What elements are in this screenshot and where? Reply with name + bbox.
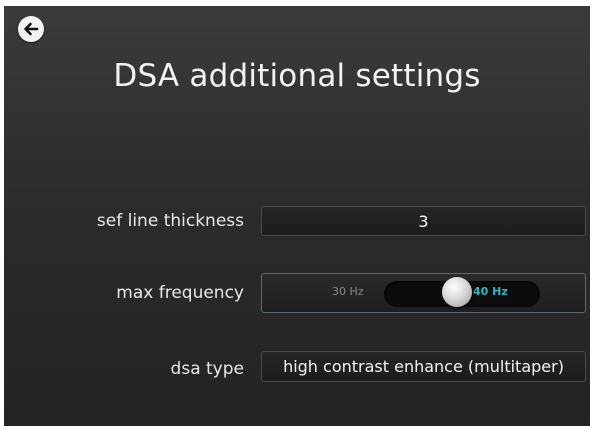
max-frequency-label: max frequency — [116, 283, 244, 303]
dsa-type-label: dsa type — [170, 359, 244, 379]
arrow-left-circle-icon — [22, 20, 40, 38]
dsa-type-value: high contrast enhance (multitaper) — [283, 357, 564, 376]
max-frequency-slider-track[interactable] — [384, 277, 540, 307]
sef-line-thickness-label: sef line thickness — [96, 211, 244, 231]
sef-line-thickness-value: 3 — [418, 211, 429, 231]
max-frequency-slider-knob[interactable] — [442, 277, 472, 307]
dsa-type-button[interactable]: high contrast enhance (multitaper) — [261, 351, 586, 382]
back-button[interactable] — [18, 16, 44, 42]
page-title: DSA additional settings — [113, 58, 481, 94]
frequency-option-30hz: 30 Hz — [332, 285, 364, 298]
max-frequency-toggle-container: 30 Hz 40 Hz — [261, 273, 586, 313]
sef-line-thickness-button[interactable]: 3 — [261, 206, 586, 236]
settings-screen: DSA additional settings sef line thickne… — [4, 6, 590, 426]
frequency-option-40hz: 40 Hz — [473, 285, 508, 298]
